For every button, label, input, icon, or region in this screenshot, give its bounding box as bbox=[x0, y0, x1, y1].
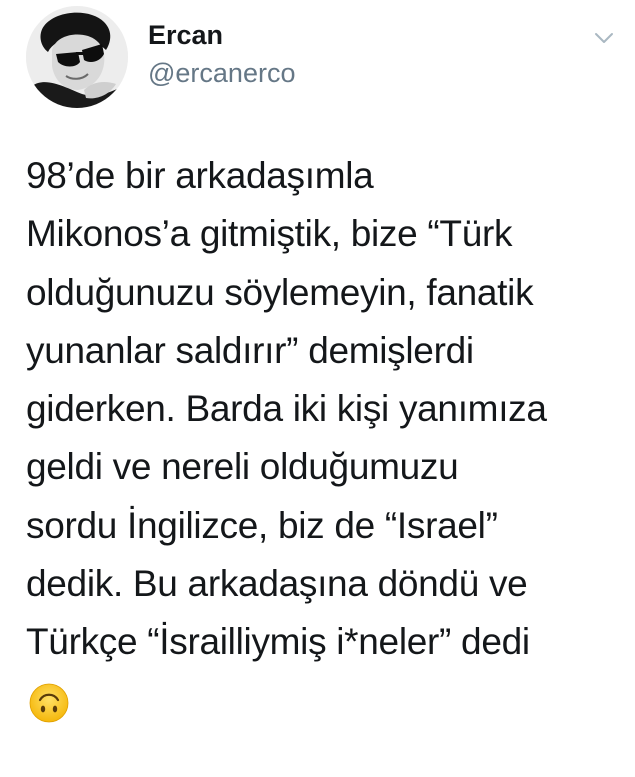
avatar[interactable] bbox=[26, 6, 128, 108]
chevron-down-icon[interactable] bbox=[592, 28, 616, 48]
tweet-header: Ercan @ercanerco bbox=[26, 6, 616, 108]
tweet-text-line: 98’de bir arkadaşımla bbox=[26, 155, 374, 196]
display-name[interactable]: Ercan bbox=[148, 18, 223, 52]
tweet-text: 98’de bir arkadaşımla Mikonos’a gitmişti… bbox=[26, 147, 616, 672]
tweet-text-line: dedik. Bu arkadaşına döndü ve bbox=[26, 563, 528, 605]
tweet-text-line: sordu İngilizce, biz de “Israel” bbox=[26, 504, 498, 546]
tweet-text-line: geldi ve nereli olduğumuzu bbox=[26, 446, 459, 488]
tweet-text-line: olduğunuzu söylemeyin, fanatik bbox=[26, 271, 534, 313]
upside-down-face-emoji-icon bbox=[29, 683, 69, 723]
tweet-text-line: Türkçe “İsrailliymiş i*neler” dedi bbox=[26, 621, 530, 663]
tweet-text-line: giderken. Barda iki kişi yanımıza bbox=[26, 388, 547, 430]
tweet-text-line: Mikonos’a gitmiştik, bize “Türk bbox=[26, 213, 513, 255]
user-handle[interactable]: @ercanerco bbox=[148, 56, 295, 90]
avatar-photo bbox=[26, 6, 128, 108]
tweet-text-line: yunanlar saldırır” demişlerdi bbox=[26, 329, 474, 371]
